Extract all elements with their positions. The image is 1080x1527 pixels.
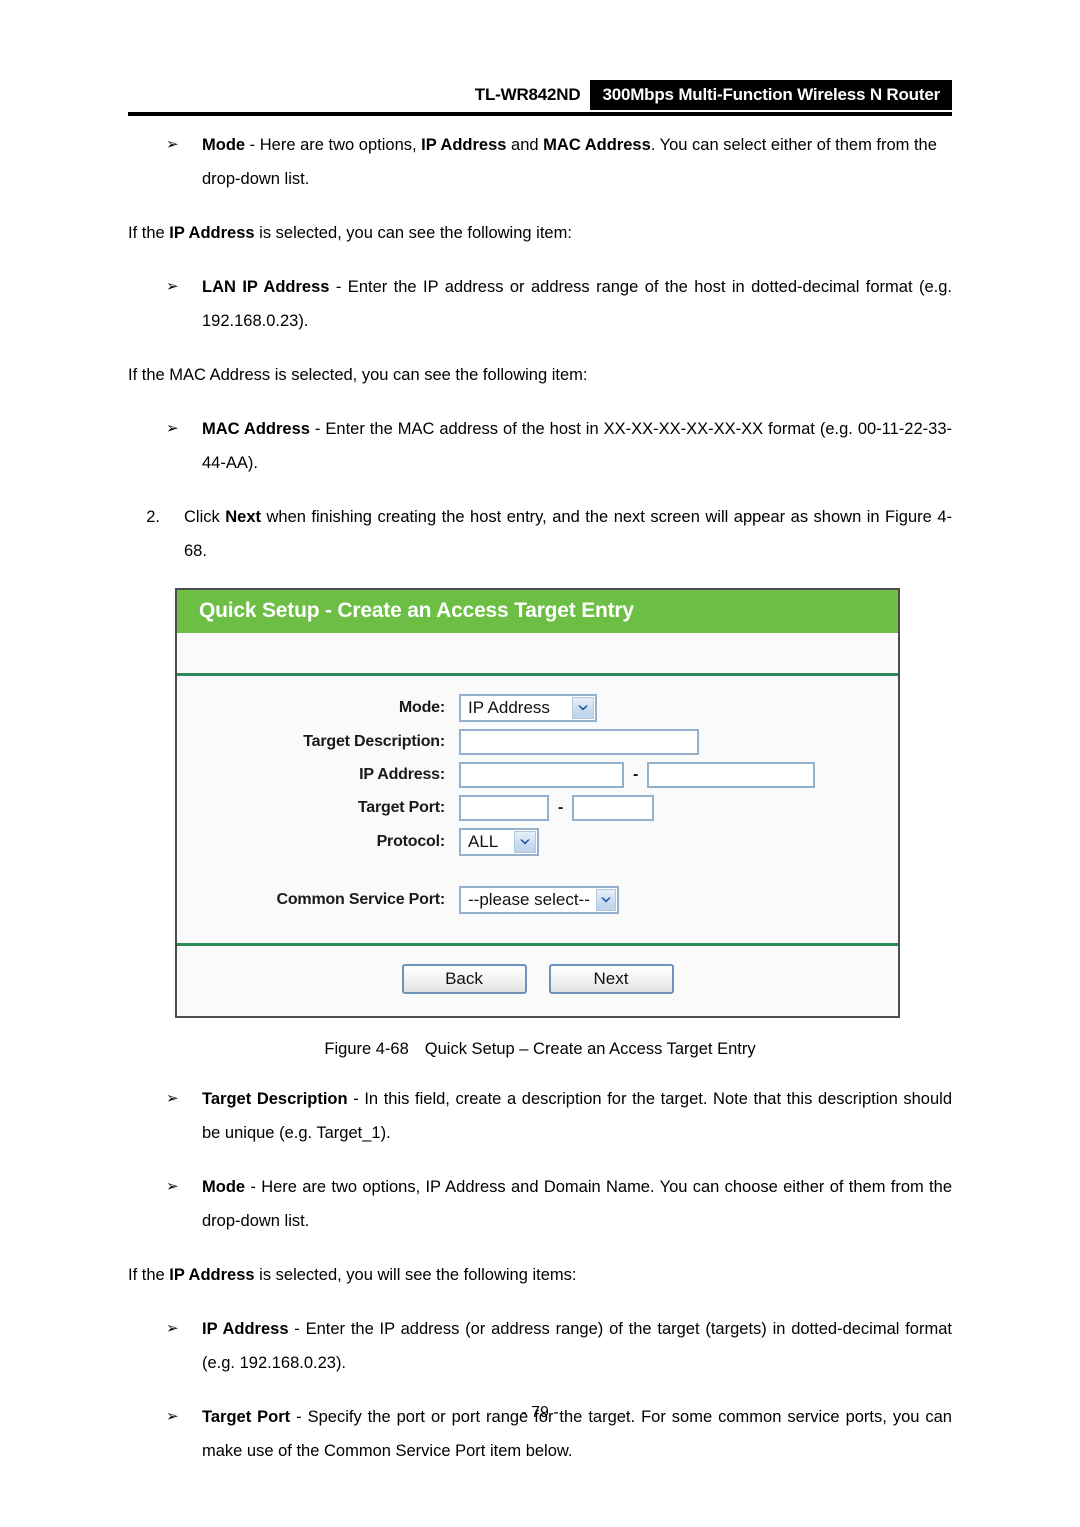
bullet-mode-2-text: - Here are two options, IP Address and D… (202, 1178, 952, 1230)
target-port-start-input[interactable] (459, 795, 549, 821)
header-rule (128, 112, 952, 116)
note-ip-selected-2-bold: IP Address (169, 1266, 255, 1284)
header-model-name: TL-WR842ND (474, 80, 591, 110)
bullet-marker-icon: ➢ (166, 420, 179, 437)
form-row-mode: Mode: IP Address (177, 694, 898, 722)
note-ip-selected-2: If the IP Address is selected, you will … (128, 1258, 952, 1292)
bullet-mac-term: MAC Address (202, 420, 310, 438)
figure-caption-text: Quick Setup – Create an Access Target En… (424, 1040, 756, 1058)
label-target-port: Target Port: (357, 799, 445, 816)
note-ip-selected: If the IP Address is selected, you can s… (128, 216, 952, 250)
common-service-port-select[interactable]: --please select-- (459, 886, 619, 914)
bullet-mode-term: Mode (202, 136, 246, 154)
note-ip-selected-bold: IP Address (169, 224, 255, 242)
target-description-input[interactable] (459, 729, 699, 755)
bullet-mac-address: ➢ MAC Address - Enter the MAC address of… (128, 412, 952, 480)
bullet-mode-2-term: Mode (202, 1178, 246, 1196)
figure-caption-number: Figure 4-68 (324, 1040, 409, 1058)
bullet-mac-text: - Enter the MAC address of the host in X… (202, 420, 952, 472)
form-row-ip-address: IP Address: - (177, 762, 898, 788)
bullet-mode-bold-1: IP Address (421, 136, 507, 154)
panel-form: Mode: IP Address Target Description: IP … (177, 676, 898, 943)
step-item-2: 2. Click Next when finishing creating th… (128, 500, 952, 568)
target-port-end-input[interactable] (572, 795, 655, 821)
bullet-marker-icon: ➢ (166, 1090, 179, 1107)
document-page: TL-WR842ND 300Mbps Multi-Function Wirele… (0, 0, 1080, 1527)
label-target-description: Target Description: (303, 733, 445, 750)
bullet-mode-bold-2: MAC Address (543, 136, 651, 154)
chevron-down-icon[interactable] (595, 889, 616, 911)
bullet-mode: ➢ Mode - Here are two options, IP Addres… (128, 128, 952, 196)
figure-caption: Figure 4-68 Quick Setup – Create an Acces… (128, 1032, 952, 1066)
ip-range-separator: - (633, 766, 639, 783)
panel-button-bar: Back Next (177, 943, 898, 1016)
ip-address-start-input[interactable] (459, 762, 624, 788)
common-service-port-value: --please select-- (468, 890, 590, 909)
field-area-common-service-port: --please select-- (459, 886, 619, 914)
router-admin-panel: Quick Setup - Create an Access Target En… (175, 588, 900, 1018)
next-button[interactable]: Next (548, 964, 674, 994)
field-area-target-port: - (459, 795, 655, 821)
note-ip-selected-2-tail: is selected, you will see the following … (254, 1266, 577, 1284)
bullet-ip-address-text: - Enter the IP address (or address range… (202, 1320, 952, 1372)
step-two-lead: Click (184, 508, 226, 526)
label-common-service-port: Common Service Port: (276, 891, 446, 908)
note-mac-selected: If the MAC Address is selected, you can … (128, 366, 588, 384)
port-range-separator: - (558, 799, 564, 816)
panel-title: Quick Setup - Create an Access Target En… (177, 590, 898, 633)
bullet-marker-icon: ➢ (166, 1320, 179, 1337)
note-ip-selected-tail: is selected, you can see the following i… (254, 224, 572, 242)
mode-select[interactable]: IP Address (459, 694, 597, 722)
bullet-marker-icon: ➢ (166, 136, 179, 153)
label-ip-address: IP Address: (359, 766, 445, 783)
figure-4-68: Quick Setup - Create an Access Target En… (128, 588, 952, 1066)
panel-subbar (177, 633, 898, 676)
form-row-protocol: Protocol: ALL (177, 828, 898, 856)
note-ip-selected-2-lead: If the (128, 1266, 170, 1284)
note-ip-selected-lead: If the (128, 224, 170, 242)
bullet-mode-text-2: and (506, 136, 544, 154)
ip-address-end-input[interactable] (647, 762, 816, 788)
back-button[interactable]: Back (401, 964, 527, 994)
field-area-protocol: ALL (459, 828, 539, 856)
page-content: ➢ Mode - Here are two options, IP Addres… (128, 128, 952, 1488)
bullet-mode-2: ➢ Mode - Here are two options, IP Addres… (128, 1170, 952, 1238)
field-area-ip-address: - (459, 762, 816, 788)
step-two-bold: Next (225, 508, 261, 526)
chevron-down-icon[interactable] (514, 831, 536, 853)
protocol-select[interactable]: ALL (459, 828, 539, 856)
form-row-common-service-port: Common Service Port: --please select-- (177, 886, 898, 914)
label-mode: Mode: (398, 699, 445, 716)
mode-select-value: IP Address (468, 698, 550, 717)
bullet-mode-text-1: - Here are two options, (245, 136, 422, 154)
bullet-target-description: ➢ Target Description - In this field, cr… (128, 1082, 952, 1150)
bullet-marker-icon: ➢ (166, 278, 179, 295)
form-row-target-description: Target Description: (177, 729, 898, 755)
bullet-ip-address-term: IP Address (202, 1320, 289, 1338)
page-number: - 79 - (521, 1404, 559, 1421)
running-header: TL-WR842ND 300Mbps Multi-Function Wirele… (128, 80, 952, 110)
protocol-select-value: ALL (468, 832, 499, 851)
field-area-mode: IP Address (459, 694, 597, 722)
bullet-lan-ip-term: LAN IP Address (202, 278, 330, 296)
bullet-lan-ip-address: ➢ LAN IP Address - Enter the IP address … (128, 270, 952, 338)
header-product-name: 300Mbps Multi-Function Wireless N Router (590, 80, 952, 110)
step-number: 2. (146, 508, 160, 526)
bullet-marker-icon: ➢ (166, 1178, 179, 1195)
bullet-ip-address: ➢ IP Address - Enter the IP address (or … (128, 1312, 952, 1380)
form-row-target-port: Target Port: - (177, 795, 898, 821)
chevron-down-icon[interactable] (572, 697, 594, 719)
label-protocol: Protocol: (376, 833, 446, 850)
bullet-target-description-term: Target Description (202, 1090, 348, 1108)
field-area-target-description (459, 729, 699, 755)
step-two-tail: when finishing creating the host entry, … (184, 508, 952, 560)
